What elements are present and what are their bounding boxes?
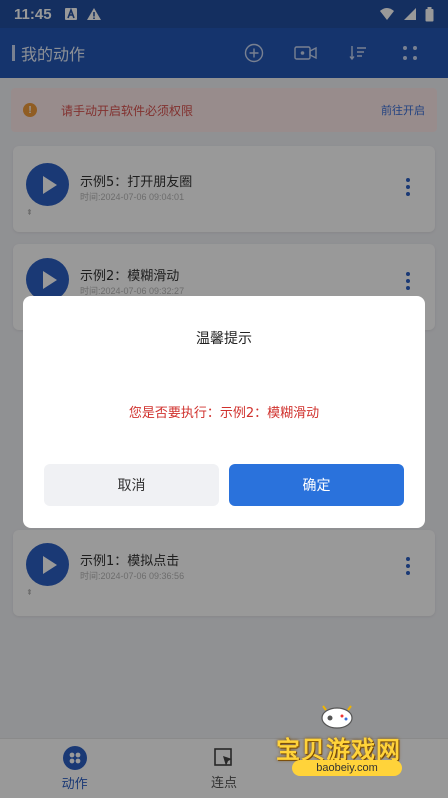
confirm-button[interactable]: 确定 xyxy=(229,464,404,506)
confirm-dialog: 温馨提示 您是否要执行：示例2：模糊滑动 取消 确定 xyxy=(23,296,425,528)
site-watermark: 宝贝游戏网 baobeiy.com xyxy=(270,700,420,780)
dialog-title: 温馨提示 xyxy=(196,331,252,347)
cancel-button[interactable]: 取消 xyxy=(44,464,219,506)
watermark-domain: baobeiy.com xyxy=(292,760,402,776)
gamepad-mascot-icon xyxy=(321,705,353,729)
dialog-message: 您是否要执行：示例2：模糊滑动 xyxy=(128,406,320,421)
